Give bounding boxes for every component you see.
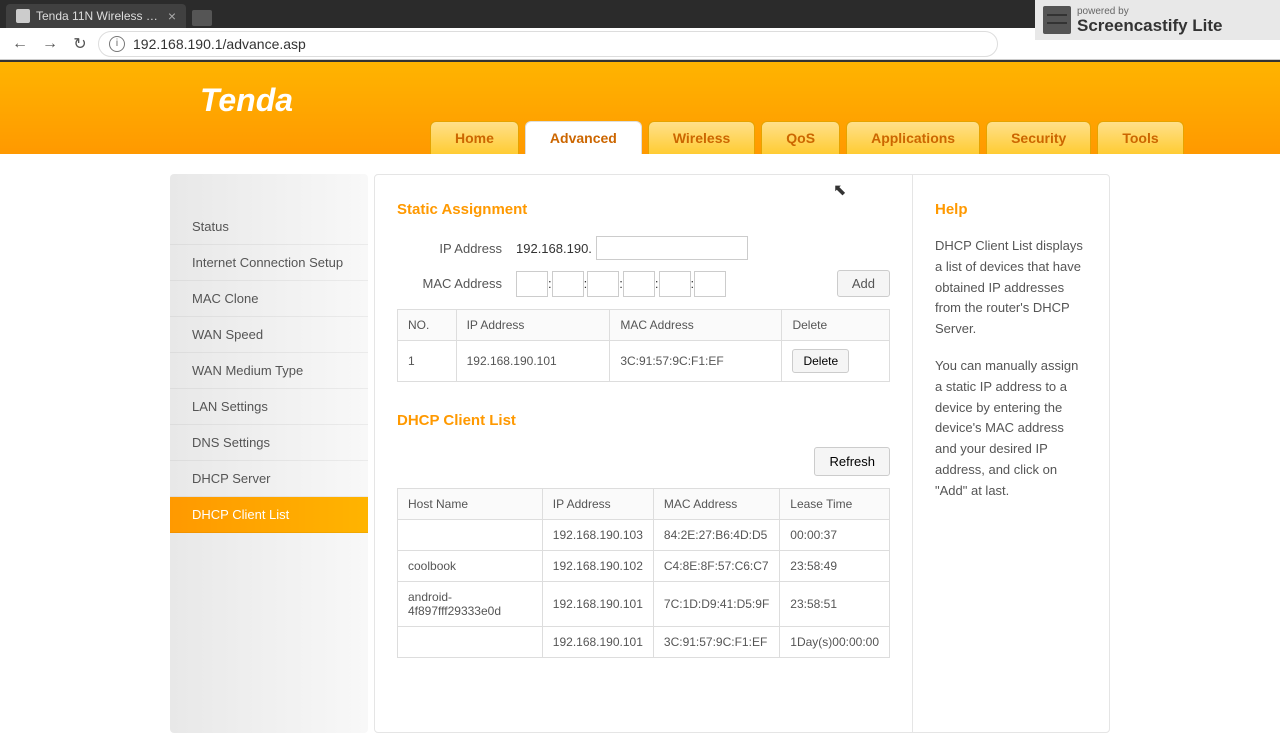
table-cell: 23:58:49	[780, 551, 890, 582]
table-row: 1192.168.190.1013C:91:57:9C:F1:EF Delete	[398, 341, 890, 382]
reload-button[interactable]: ↻	[68, 32, 92, 56]
sidebar-item-dhcp-server[interactable]: DHCP Server	[170, 461, 368, 497]
table-cell: android-4f897fff29333e0d	[398, 582, 543, 627]
static-assignment-table: NO.IP AddressMAC AddressDelete 1192.168.…	[397, 309, 890, 382]
table-cell: 192.168.190.101	[456, 341, 610, 382]
tab-home[interactable]: Home	[430, 121, 519, 154]
favicon-icon	[16, 9, 30, 23]
mac-address-label: MAC Address	[397, 276, 502, 291]
main-panel: Static Assignment IP Address 192.168.190…	[374, 174, 1110, 733]
close-tab-icon[interactable]: ×	[168, 8, 176, 24]
powered-by-text: powered by	[1077, 7, 1223, 17]
static-assignment-title: Static Assignment	[397, 201, 890, 218]
sidebar-item-wan-medium-type[interactable]: WAN Medium Type	[170, 353, 368, 389]
table-row: 192.168.190.1013C:91:57:9C:F1:EF1Day(s)0…	[398, 627, 890, 658]
table-cell: 192.168.190.101	[542, 582, 653, 627]
table-cell: 1	[398, 341, 457, 382]
sidebar-item-dhcp-client-list[interactable]: DHCP Client List	[170, 497, 368, 533]
column-header: Delete	[782, 310, 890, 341]
sidebar-item-status[interactable]: Status	[170, 209, 368, 245]
table-cell: 3C:91:57:9C:F1:EF	[610, 341, 782, 382]
tab-applications[interactable]: Applications	[846, 121, 980, 154]
table-cell: 192.168.190.103	[542, 520, 653, 551]
help-title: Help	[935, 201, 1087, 218]
help-paragraph-1: DHCP Client List displays a list of devi…	[935, 236, 1087, 340]
screencastify-overlay: powered by Screencastify Lite	[1035, 0, 1280, 40]
tab-title: Tenda 11N Wireless Rou	[36, 9, 160, 23]
table-cell: 192.168.190.102	[542, 551, 653, 582]
info-icon[interactable]: i	[109, 36, 125, 52]
table-row: 192.168.190.10384:2E:27:B6:4D:D500:00:37	[398, 520, 890, 551]
column-header: MAC Address	[610, 310, 782, 341]
table-cell: C4:8E:8F:57:C6:C7	[653, 551, 779, 582]
column-header: IP Address	[456, 310, 610, 341]
help-paragraph-2: You can manually assign a static IP addr…	[935, 356, 1087, 502]
mac-input-6[interactable]	[694, 271, 726, 297]
sidebar-item-mac-clone[interactable]: MAC Clone	[170, 281, 368, 317]
table-cell: 1Day(s)00:00:00	[780, 627, 890, 658]
tab-qos[interactable]: QoS	[761, 121, 840, 154]
table-cell: 23:58:51	[780, 582, 890, 627]
add-button[interactable]: Add	[837, 270, 890, 297]
table-cell: 84:2E:27:B6:4D:D5	[653, 520, 779, 551]
column-header: Host Name	[398, 489, 543, 520]
screencastify-icon	[1043, 6, 1071, 34]
mac-input-4[interactable]	[623, 271, 655, 297]
column-header: Lease Time	[780, 489, 890, 520]
main-tabs: HomeAdvancedWirelessQoSApplicationsSecur…	[430, 121, 1184, 154]
sidebar-item-wan-speed[interactable]: WAN Speed	[170, 317, 368, 353]
table-cell: 7C:1D:D9:41:D5:9F	[653, 582, 779, 627]
help-panel: Help DHCP Client List displays a list of…	[913, 175, 1109, 732]
tab-tools[interactable]: Tools	[1097, 121, 1183, 154]
table-cell	[398, 627, 543, 658]
sidebar-item-dns-settings[interactable]: DNS Settings	[170, 425, 368, 461]
table-cell	[398, 520, 543, 551]
dhcp-client-table: Host NameIP AddressMAC AddressLease Time…	[397, 488, 890, 658]
tenda-logo: Tenda	[200, 82, 293, 119]
new-tab-button[interactable]	[192, 10, 212, 26]
sidebar-item-internet-connection-setup[interactable]: Internet Connection Setup	[170, 245, 368, 281]
mac-input-5[interactable]	[659, 271, 691, 297]
column-header: IP Address	[542, 489, 653, 520]
url-text: 192.168.190.1/advance.asp	[133, 36, 306, 52]
table-cell: coolbook	[398, 551, 543, 582]
mac-input-1[interactable]	[516, 271, 548, 297]
mac-input-2[interactable]	[552, 271, 584, 297]
back-button[interactable]: ←	[8, 32, 32, 56]
refresh-button[interactable]: Refresh	[814, 447, 890, 476]
dhcp-list-title: DHCP Client List	[397, 412, 890, 429]
sidebar-item-lan-settings[interactable]: LAN Settings	[170, 389, 368, 425]
table-row: coolbook192.168.190.102C4:8E:8F:57:C6:C7…	[398, 551, 890, 582]
mac-input-3[interactable]	[587, 271, 619, 297]
table-cell: 3C:91:57:9C:F1:EF	[653, 627, 779, 658]
delete-button[interactable]: Delete	[792, 349, 849, 373]
column-header: MAC Address	[653, 489, 779, 520]
table-cell: 192.168.190.101	[542, 627, 653, 658]
tab-advanced[interactable]: Advanced	[525, 121, 642, 154]
table-cell: 00:00:37	[780, 520, 890, 551]
tab-wireless[interactable]: Wireless	[648, 121, 755, 154]
address-bar[interactable]: i 192.168.190.1/advance.asp	[98, 31, 998, 57]
sidebar: StatusInternet Connection SetupMAC Clone…	[170, 174, 368, 733]
table-row: android-4f897fff29333e0d192.168.190.1017…	[398, 582, 890, 627]
table-cell: Delete	[782, 341, 890, 382]
forward-button[interactable]: →	[38, 32, 62, 56]
header-banner: Tenda HomeAdvancedWirelessQoSApplication…	[0, 60, 1280, 154]
browser-tab[interactable]: Tenda 11N Wireless Rou ×	[6, 4, 186, 28]
ip-address-label: IP Address	[397, 241, 502, 256]
tab-security[interactable]: Security	[986, 121, 1091, 154]
column-header: NO.	[398, 310, 457, 341]
ip-address-input[interactable]	[596, 236, 748, 260]
main-content: Static Assignment IP Address 192.168.190…	[375, 175, 913, 732]
screencastify-brand: Screencastify Lite	[1077, 17, 1223, 34]
ip-prefix: 192.168.190.	[516, 241, 592, 256]
